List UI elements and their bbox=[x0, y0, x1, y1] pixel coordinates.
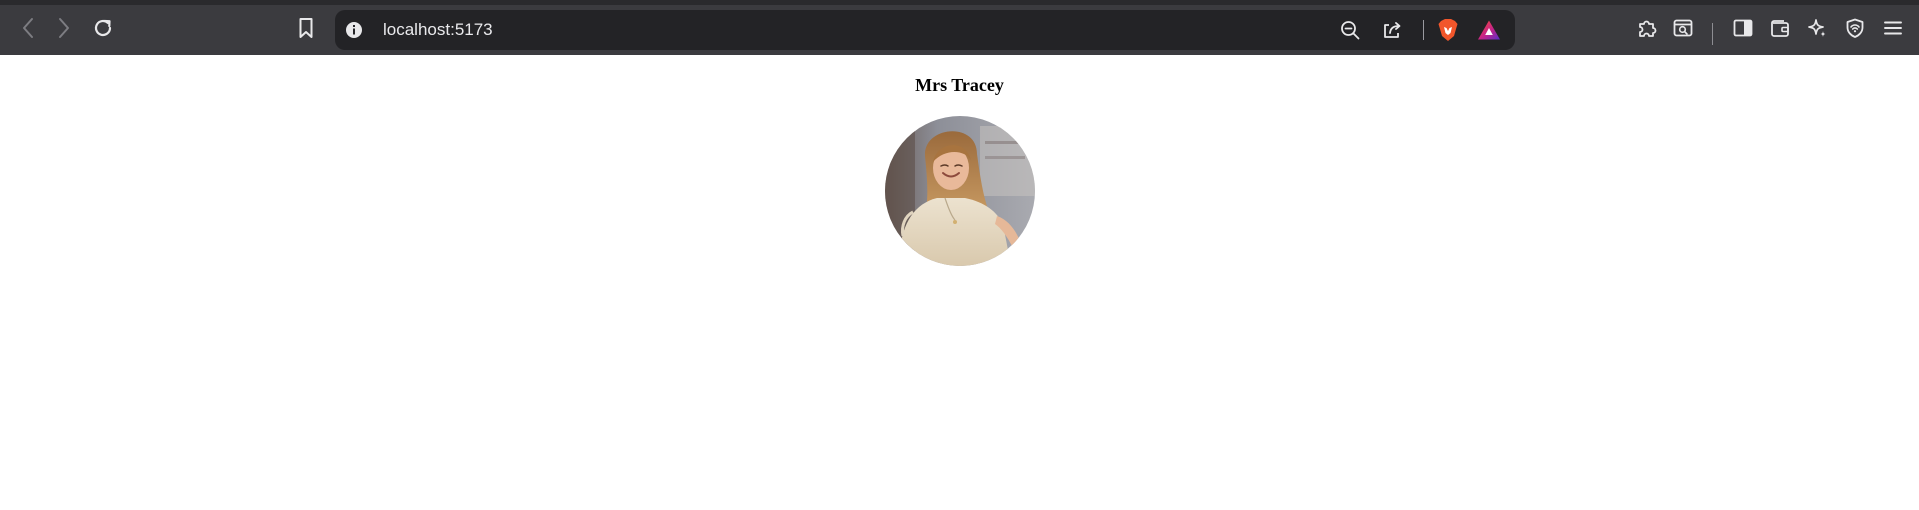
avatar bbox=[885, 116, 1035, 266]
address-bar[interactable]: localhost:5173 bbox=[335, 10, 1515, 50]
brave-rewards-button[interactable] bbox=[1475, 17, 1503, 43]
profile-name: Mrs Tracey bbox=[915, 75, 1004, 95]
sparkle-icon bbox=[1808, 19, 1826, 37]
bookmark-icon bbox=[299, 18, 313, 38]
browser-toolbar: localhost:5173 bbox=[0, 0, 1919, 55]
forward-button[interactable] bbox=[50, 13, 78, 43]
profile-photo bbox=[885, 116, 1035, 266]
chevron-right-icon bbox=[59, 18, 69, 38]
wallet-icon bbox=[1771, 20, 1789, 37]
info-icon bbox=[346, 22, 362, 38]
site-info-button[interactable] bbox=[343, 19, 365, 41]
sidebar-icon bbox=[1733, 19, 1753, 37]
sidebar-button[interactable] bbox=[1728, 13, 1758, 43]
leo-ai-button[interactable] bbox=[1802, 13, 1832, 43]
share-button[interactable] bbox=[1379, 18, 1405, 42]
tab-search-button[interactable] bbox=[1668, 13, 1698, 43]
puzzle-icon bbox=[1639, 20, 1657, 37]
zoom-out-icon bbox=[1341, 21, 1360, 40]
reload-button[interactable] bbox=[88, 13, 118, 43]
toolbar-divider bbox=[1712, 23, 1713, 45]
bookmark-button[interactable] bbox=[292, 13, 320, 43]
brave-shields-button[interactable] bbox=[1435, 17, 1461, 43]
vpn-button[interactable] bbox=[1840, 13, 1870, 43]
wallet-button[interactable] bbox=[1765, 13, 1795, 43]
vpn-shield-icon bbox=[1846, 18, 1864, 38]
back-button[interactable] bbox=[14, 13, 42, 43]
page-content: Mrs Tracey bbox=[0, 55, 1919, 510]
extensions-button[interactable] bbox=[1632, 13, 1662, 43]
tab-search-icon bbox=[1673, 19, 1693, 37]
zoom-button[interactable] bbox=[1337, 18, 1363, 42]
hamburger-menu-icon bbox=[1884, 21, 1902, 35]
brave-lion-icon bbox=[1438, 19, 1458, 41]
address-bar-divider bbox=[1423, 20, 1424, 40]
brave-rewards-triangle-icon bbox=[1478, 20, 1500, 40]
share-icon bbox=[1384, 22, 1401, 38]
reload-icon bbox=[94, 19, 112, 37]
chevron-left-icon bbox=[23, 18, 33, 38]
main-menu-button[interactable] bbox=[1878, 13, 1908, 43]
url-text[interactable]: localhost:5173 bbox=[383, 10, 493, 50]
